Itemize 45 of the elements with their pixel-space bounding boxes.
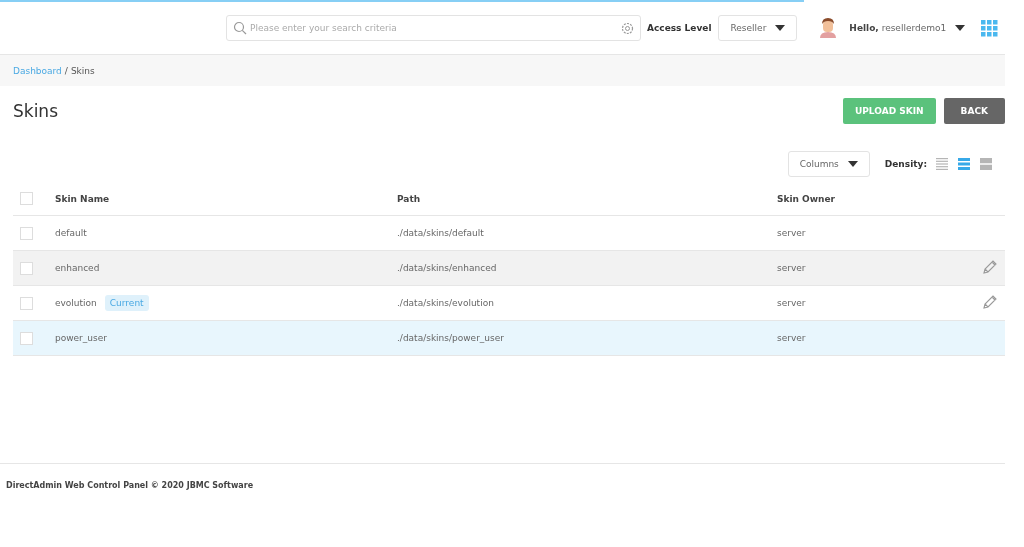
skin-name: evolution — [55, 298, 97, 308]
owner-text: server — [777, 263, 806, 273]
row-checkbox[interactable] — [20, 296, 33, 310]
density-option-icon[interactable] — [958, 158, 970, 170]
breadcrumb-current: Skins — [70, 65, 95, 76]
user-menu[interactable]: Hello, resellerdemo1 — [849, 23, 966, 33]
avatar-icon — [819, 18, 838, 38]
current-badge: Current — [104, 295, 149, 311]
breadcrumb-separator: / — [64, 65, 68, 76]
pencil-icon[interactable] — [983, 295, 997, 309]
owner-text: server — [777, 333, 806, 343]
row-checkbox[interactable] — [20, 226, 33, 240]
search-field[interactable]: Please enter your search criteria — [226, 15, 641, 41]
column-header: Skin Name — [55, 193, 110, 204]
path-text: ./data/skins/evolution — [397, 298, 494, 308]
caret-icon — [847, 161, 858, 167]
column-header: Skin Owner — [777, 193, 835, 204]
apps-grid-icon[interactable] — [981, 19, 999, 37]
caret-icon — [955, 25, 966, 31]
owner-text: server — [777, 228, 806, 238]
path-text: ./data/skins/default — [397, 228, 484, 238]
row-checkbox[interactable] — [20, 261, 33, 275]
density-label: Density: — [884, 159, 927, 169]
skin-name: power_user — [55, 333, 107, 343]
path-text: ./data/skins/enhanced — [397, 263, 497, 273]
settings-icon[interactable] — [621, 22, 634, 35]
footer-text: DirectAdmin Web Control Panel © 2020 JBMC Software — [6, 481, 254, 490]
skin-name: default — [55, 228, 87, 238]
search-icon — [233, 21, 247, 35]
access-level-dropdown[interactable]: Reseller — [718, 15, 798, 41]
skin-name: enhanced — [55, 263, 100, 273]
owner-text: server — [777, 298, 806, 308]
density-option-icon[interactable] — [936, 158, 948, 170]
density-option-icon[interactable] — [980, 158, 992, 170]
columns-dropdown[interactable]: Columns — [787, 151, 870, 177]
page-title: Skins — [13, 101, 58, 121]
select-all-checkbox[interactable] — [20, 192, 33, 205]
caret-icon — [775, 25, 786, 31]
pencil-icon[interactable] — [983, 260, 997, 274]
column-header: Path — [397, 193, 421, 204]
back-button[interactable]: BACK — [943, 98, 1005, 124]
row-checkbox[interactable] — [20, 331, 33, 345]
path-text: ./data/skins/power_user — [397, 333, 504, 343]
access-level-label: Access Level — [647, 23, 712, 33]
user-greeting: Hello, resellerdemo1 — [849, 23, 947, 33]
